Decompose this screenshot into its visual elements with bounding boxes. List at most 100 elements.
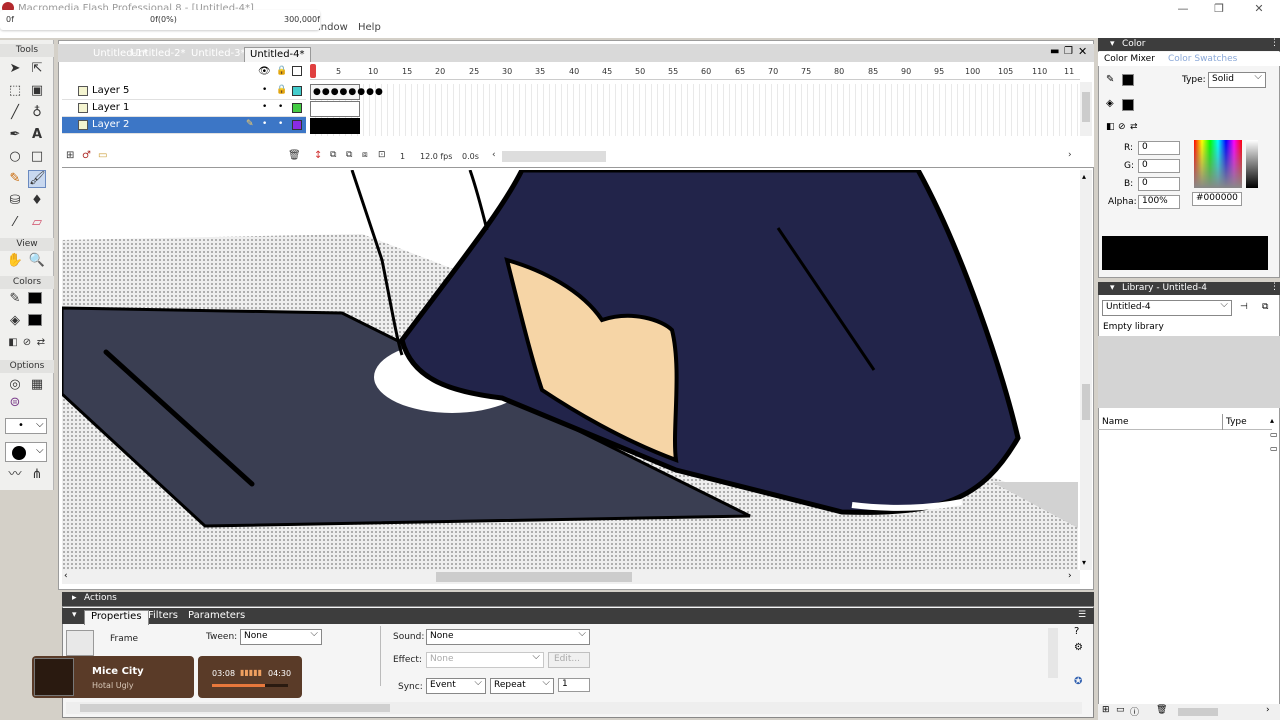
maximize-button[interactable]: ❐ (1212, 2, 1226, 16)
tab-color-swatches[interactable]: Color Swatches (1168, 54, 1237, 64)
straighten-icon[interactable]: ⋔ (28, 466, 46, 484)
stroke-color-icon[interactable]: ✎ (6, 290, 24, 308)
oval-tool-icon[interactable]: ○ (6, 148, 24, 166)
outline-icon[interactable] (292, 66, 302, 76)
progress-track[interactable] (212, 684, 288, 687)
tab-color-mixer[interactable]: Color Mixer (1104, 54, 1155, 64)
tween-select[interactable]: None (240, 628, 322, 645)
layer-color-swatch[interactable] (292, 86, 302, 96)
fill-color-swatch[interactable] (28, 314, 42, 326)
color-spectrum[interactable] (1194, 140, 1242, 188)
no-color-icon[interactable]: ⊘ (1118, 122, 1126, 132)
narrow-view-icon[interactable]: ▭ (1270, 444, 1278, 453)
minimize-button[interactable]: — (1176, 2, 1190, 16)
layer-row-selected[interactable]: Layer 2 ✎ • • (62, 117, 306, 134)
lasso-tool-icon[interactable]: ♁ (28, 104, 46, 122)
library-hscroll-thumb[interactable] (1178, 708, 1218, 716)
menu-window[interactable]: indow (318, 22, 348, 33)
scroll-down-icon[interactable]: ▾ (1082, 558, 1086, 567)
col-name[interactable]: Name (1102, 417, 1129, 427)
chevron-right-icon[interactable]: › (1068, 150, 1072, 160)
scroll-up-icon[interactable]: ▴ (1082, 172, 1086, 181)
music-player-card[interactable]: Mice City Hotal Ugly (32, 656, 194, 698)
delete-icon[interactable]: 🗑 (1156, 705, 1167, 715)
g-field[interactable]: 0 (1138, 159, 1180, 173)
b-field[interactable]: 0 (1138, 177, 1180, 191)
eye-icon[interactable]: 👁 (258, 66, 271, 77)
settings-icon[interactable]: ⚙ (1074, 642, 1083, 653)
doc-close-icon[interactable]: ✕ (1078, 45, 1087, 58)
subselect-tool-icon[interactable]: ⇱ (28, 60, 46, 78)
props-hscroll-thumb[interactable] (80, 704, 390, 712)
wide-view-icon[interactable]: ▭ (1270, 430, 1278, 439)
doc-minimize-icon[interactable]: ▬ (1050, 46, 1059, 57)
layer-row[interactable]: Layer 5 • 🔒 (62, 83, 306, 100)
r-field[interactable]: 0 (1138, 141, 1180, 155)
zoom-tool-icon[interactable]: 🔍 (28, 252, 46, 270)
scroll-left-icon[interactable]: ‹ (64, 571, 68, 581)
lock-dot[interactable]: • (278, 119, 283, 129)
pin-library-icon[interactable]: ⊣ (1240, 302, 1248, 312)
color-panel-header[interactable]: ▾ Color ⋮ (1098, 38, 1280, 51)
repeat-count-field[interactable]: 1 (558, 678, 590, 692)
tab-properties[interactable]: Properties (84, 610, 149, 625)
lock-icon[interactable]: 🔒 (276, 85, 287, 95)
visibility-dot[interactable]: • (262, 119, 267, 129)
visibility-dot[interactable]: • (262, 85, 267, 95)
library-doc-select[interactable]: Untitled-4 (1102, 299, 1232, 316)
tab-untitled-4[interactable]: Untitled-4* (244, 47, 311, 62)
insert-folder-icon[interactable]: ▭ (98, 150, 107, 161)
layer-color-swatch[interactable] (292, 120, 302, 130)
tab-filters[interactable]: Filters (142, 610, 184, 621)
free-transform-icon[interactable]: ⬚ (6, 82, 24, 100)
timeline-hscroll-thumb[interactable] (502, 151, 606, 162)
stroke-swatch[interactable] (1122, 74, 1134, 86)
sync-select[interactable]: Event (426, 677, 486, 694)
stroke-pencil-icon[interactable]: ✎ (1106, 74, 1114, 85)
lock-dot[interactable]: • (278, 102, 283, 112)
brush-mode-icon[interactable]: ◎ (6, 376, 24, 394)
stage-vscroll-thumb[interactable] (1082, 384, 1090, 420)
onion-skin-icon[interactable]: ⧉ (330, 150, 336, 160)
hand-tool-icon[interactable]: ✋ (6, 252, 24, 270)
pen-tool-icon[interactable]: ✒ (6, 126, 24, 144)
scroll-right-icon[interactable]: › (1068, 571, 1072, 581)
tab-untitled-2[interactable]: Untitled-2* (126, 47, 191, 62)
frame-grid[interactable]: ●●●●●●●● (310, 84, 1080, 136)
new-symbol-icon[interactable]: ⊞ (1102, 705, 1110, 715)
delete-layer-icon[interactable]: 🗑 (288, 150, 301, 161)
new-folder-icon[interactable]: ▭ (1116, 705, 1125, 715)
insert-layer-icon[interactable]: ⊞ (66, 150, 74, 161)
stroke-color-swatch[interactable] (28, 292, 42, 304)
brush-tool-icon[interactable]: 🖌 (28, 170, 46, 188)
scroll-right-icon[interactable]: › (1266, 705, 1270, 715)
pencil-tool-icon[interactable]: ✎ (6, 170, 24, 188)
onion-markers-icon[interactable]: ⊡ (378, 150, 386, 160)
eyedropper-icon[interactable]: ⁄ (6, 214, 24, 232)
repeat-select[interactable]: Repeat (490, 677, 554, 694)
props-vscroll[interactable] (1048, 628, 1058, 678)
alpha-field[interactable]: 100% (1138, 195, 1180, 209)
paint-bucket-icon[interactable]: ♦ (28, 192, 46, 210)
swap-colors-icon[interactable]: ⇄ (32, 334, 50, 352)
rectangle-tool-icon[interactable]: □ (28, 148, 46, 166)
lock-icon[interactable]: 🔒 (276, 66, 287, 76)
line-tool-icon[interactable]: ╱ (6, 104, 24, 122)
collapse-arrow-icon[interactable]: ▾ (72, 610, 77, 620)
properties-icon[interactable]: ⓘ (1130, 705, 1139, 718)
timeline-vscroll[interactable] (1080, 82, 1092, 136)
arrow-tool-icon[interactable]: ➤ (6, 60, 24, 78)
smooth-icon[interactable]: 〰 (6, 466, 24, 484)
stage-vscroll[interactable]: ▴ ▾ (1080, 170, 1092, 570)
new-library-icon[interactable]: ⧉ (1262, 302, 1268, 312)
props-hscroll[interactable] (66, 702, 1082, 714)
col-type[interactable]: Type (1226, 417, 1247, 427)
lock-fill-icon[interactable]: ▦ (28, 376, 46, 394)
layer-row[interactable]: Layer 1 • • (62, 100, 306, 117)
actions-panel-header[interactable]: ▸ Actions (62, 592, 1094, 606)
effect-select[interactable]: None (426, 651, 544, 668)
ink-bottle-icon[interactable]: ⛁ (6, 192, 24, 210)
accessibility-icon[interactable]: ✪ (1074, 676, 1082, 687)
keyframes-layer2[interactable] (310, 118, 360, 134)
stage-hscroll-thumb[interactable] (436, 572, 632, 582)
